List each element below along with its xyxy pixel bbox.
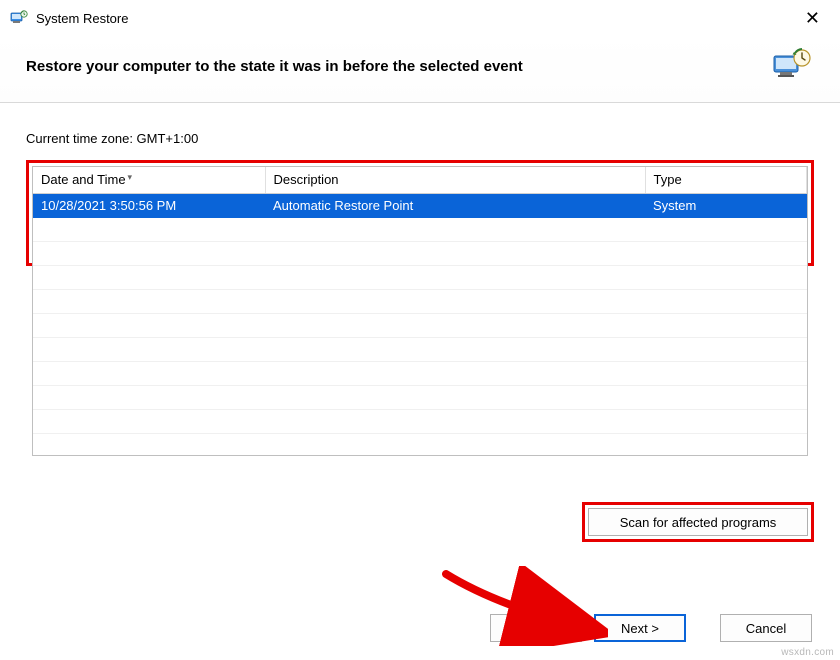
table-row-empty [33,265,807,289]
col-header-date-label: Date and Time [41,172,126,187]
restore-monitor-clock-icon [770,44,814,88]
restore-points-table[interactable]: Date and Time▾ Description Type 10/28/20… [32,166,808,456]
wizard-header: Restore your computer to the state it wa… [0,34,840,103]
scan-affected-programs-button[interactable]: Scan for affected programs [588,508,808,536]
next-button[interactable]: Next > [594,614,686,642]
table-row-empty [33,241,807,265]
table-cell: Automatic Restore Point [265,193,645,217]
col-header-description[interactable]: Description [265,167,645,193]
table-row-empty [33,313,807,337]
table-row-empty [33,289,807,313]
table-cell: 10/28/2021 3:50:56 PM [33,193,265,217]
table-row-empty [33,217,807,241]
title-bar: System Restore ✕ [0,0,840,34]
annotation-table-highlight: Date and Time▾ Description Type 10/28/20… [26,160,814,266]
timezone-label: Current time zone: GMT+1:00 [26,131,814,146]
back-button[interactable]: < Back [490,614,582,642]
wizard-footer-buttons: < Back Next > Cancel [490,614,812,642]
col-header-type[interactable]: Type [645,167,807,193]
table-row-empty [33,409,807,433]
table-row-empty [33,361,807,385]
cancel-button[interactable]: Cancel [720,614,812,642]
table-row[interactable]: 10/28/2021 3:50:56 PMAutomatic Restore P… [33,193,807,217]
col-header-date[interactable]: Date and Time▾ [33,167,265,193]
annotation-scan-highlight: Scan for affected programs [582,502,814,542]
window-title: System Restore [36,11,795,26]
wizard-content: Current time zone: GMT+1:00 Date and Tim… [0,103,840,552]
table-row-empty [33,385,807,409]
close-icon[interactable]: ✕ [795,5,830,31]
table-cell: System [645,193,807,217]
watermark: wsxdn.com [781,647,834,658]
scan-row: Scan for affected programs [26,502,814,542]
instruction-text: Restore your computer to the state it wa… [26,58,523,75]
system-restore-icon [10,9,28,27]
sort-desc-icon: ▾ [128,172,133,182]
table-row-empty [33,337,807,361]
table-header-row: Date and Time▾ Description Type [33,167,807,193]
